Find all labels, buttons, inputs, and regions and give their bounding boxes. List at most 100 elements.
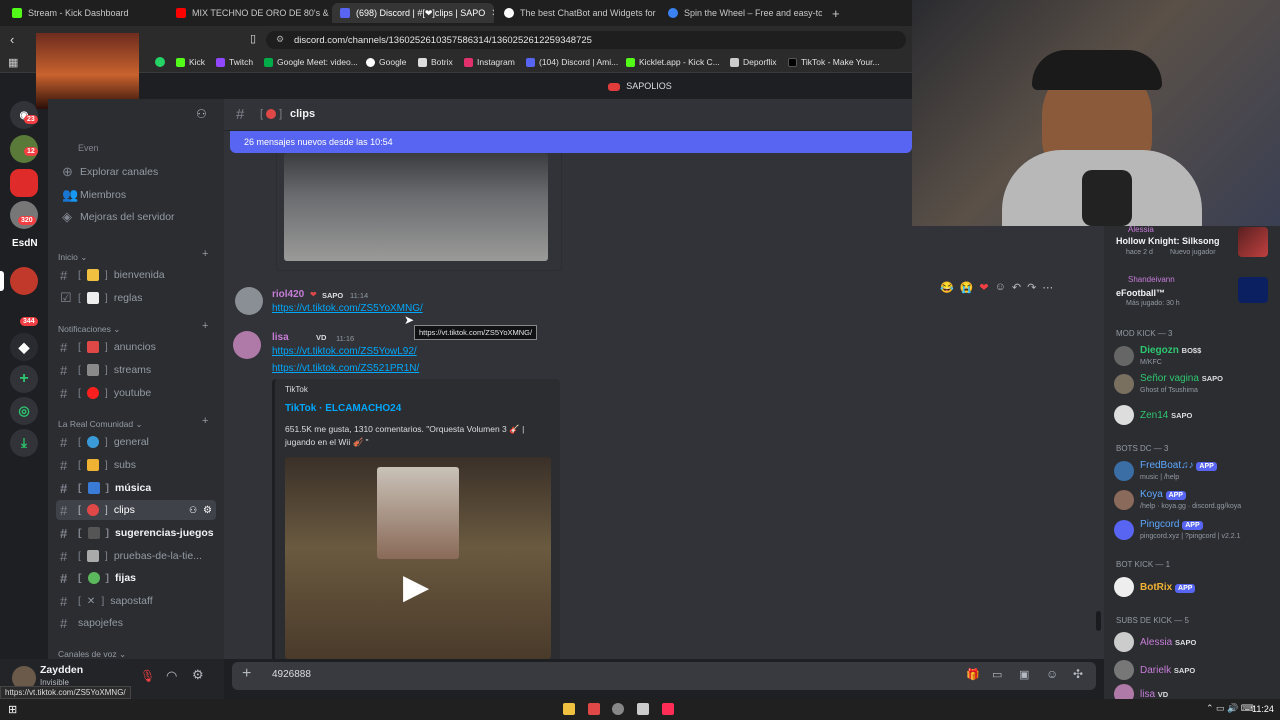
- bookmark-tiktok[interactable]: TikTok - Make Your...: [788, 57, 880, 67]
- embed-title[interactable]: TikTok · ELCAMACHO24: [285, 403, 401, 414]
- events-item[interactable]: Even: [78, 143, 99, 153]
- channel-reglas[interactable]: ☑[] reglas: [56, 288, 216, 308]
- activity-game[interactable]: eFootball™: [1116, 288, 1165, 298]
- channel-general[interactable]: #[] general: [56, 432, 216, 452]
- channel-pruebas[interactable]: #[] pruebas-de-la-tie...: [56, 546, 216, 566]
- message-input[interactable]: 4926888: [272, 669, 311, 680]
- avatar[interactable]: [235, 287, 263, 315]
- file-explorer-icon[interactable]: [563, 703, 575, 715]
- video-thumbnail[interactable]: ▶: [285, 457, 551, 659]
- channel-sugerencias-juegos[interactable]: #[] sugerencias-juegos: [56, 523, 216, 543]
- app-icon[interactable]: [637, 703, 649, 715]
- gif-icon[interactable]: ▭: [992, 668, 1002, 681]
- add-channel-icon[interactable]: +: [202, 248, 208, 260]
- channel-fijas[interactable]: #[] fijas: [56, 568, 216, 588]
- category-la-real-comunidad[interactable]: La Real Comunidad ⌄: [58, 419, 143, 430]
- new-tab-button[interactable]: +: [824, 3, 844, 23]
- mic-muted-icon[interactable]: 🎙: [140, 669, 155, 683]
- bookmark-deporflix[interactable]: Deporflix: [730, 57, 777, 67]
- add-channel-icon[interactable]: +: [202, 320, 208, 332]
- category-inicio[interactable]: Inicio ⌄: [58, 252, 87, 263]
- heart-reaction-icon[interactable]: ❤: [979, 281, 988, 294]
- message-link[interactable]: https://vt.tiktok.com/ZS521PR1N/: [272, 363, 419, 374]
- bookmark-icon[interactable]: ▯: [250, 32, 256, 45]
- sticker-icon[interactable]: ▣: [1019, 668, 1029, 681]
- headphones-icon[interactable]: ◠: [166, 668, 177, 684]
- tab-discord[interactable]: (698) Discord | #[❤]clips | SAPO ✕: [332, 3, 494, 23]
- gear-icon[interactable]: ⚙: [203, 505, 212, 516]
- channel-musica[interactable]: #[] música: [56, 478, 216, 498]
- add-reaction-icon[interactable]: ☺: [995, 281, 1006, 293]
- message-author[interactable]: riol420: [272, 289, 304, 300]
- bookmark-discord[interactable]: (104) Discord | Ami...: [526, 57, 618, 67]
- add-channel-icon[interactable]: +: [202, 415, 208, 427]
- channel-sapojefes[interactable]: # sapojefes: [56, 613, 216, 633]
- member-item[interactable]: Darielk SAPO: [1114, 660, 1195, 680]
- server-boosts[interactable]: ◈ Mejoras del servidor: [58, 207, 218, 227]
- bookmark-kicklet[interactable]: Kicklet.app - Kick C...: [626, 57, 720, 67]
- member-item[interactable]: Koya APP/help · koya.gg · discord.gg/koy…: [1114, 489, 1241, 511]
- new-messages-banner[interactable]: 26 mensajes nuevos desde las 10:54: [230, 131, 912, 153]
- reply-icon[interactable]: ↶: [1012, 281, 1021, 294]
- explore-icon[interactable]: ◎: [10, 397, 38, 425]
- obs-icon[interactable]: [612, 703, 624, 715]
- bookmark-google[interactable]: Google: [366, 57, 406, 67]
- channel-subs[interactable]: #[] subs: [56, 455, 216, 475]
- tab-youtube-mix[interactable]: MIX TECHNO DE ORO DE 80's & 90's: [168, 3, 330, 23]
- bookmark-google-meet[interactable]: Google Meet: video...: [264, 57, 358, 67]
- windows-start-icon[interactable]: ⊞: [8, 703, 17, 716]
- members-item[interactable]: 👥 Miembros: [58, 185, 218, 205]
- back-arrow-icon[interactable]: ‹: [10, 32, 14, 47]
- category-notificaciones[interactable]: Notificaciones ⌄: [58, 324, 120, 335]
- message-link[interactable]: https://vt.tiktok.com/ZS5YoXMNG/: [272, 303, 423, 314]
- bookmark-twitch[interactable]: Twitch: [216, 57, 253, 67]
- url-field[interactable]: ⚙ discord.com/channels/13602526103575863…: [266, 31, 906, 49]
- add-attachment-icon[interactable]: +: [242, 665, 251, 683]
- emoji-picker-icon[interactable]: ☺: [1046, 667, 1058, 681]
- member-item[interactable]: Diegozn BO$$ M/KFC: [1114, 345, 1201, 367]
- member-item[interactable]: Alessia SAPO: [1114, 632, 1196, 652]
- download-icon[interactable]: ⤓: [10, 429, 38, 457]
- activity-game[interactable]: Hollow Knight: Silksong: [1116, 236, 1220, 246]
- apps-icon[interactable]: ✣: [1073, 667, 1083, 681]
- invite-user-icon[interactable]: ⚇: [196, 107, 207, 121]
- member-item[interactable]: Zen14 SAPO: [1114, 405, 1192, 425]
- server-icon-red[interactable]: [10, 169, 38, 197]
- bookmark-botrix[interactable]: Botrix: [418, 57, 453, 67]
- member-item[interactable]: FredBoat♫♪ APP music | /help: [1114, 460, 1217, 482]
- channel-streams[interactable]: #[] streams: [56, 360, 216, 380]
- server-icon-sapolios[interactable]: [10, 267, 38, 295]
- whatsapp-icon[interactable]: [155, 57, 165, 67]
- channel-clips[interactable]: #[] clips ⚇ ⚙: [56, 500, 216, 520]
- bookmark-instagram[interactable]: Instagram: [464, 57, 515, 67]
- scrollbar-thumb[interactable]: [1096, 611, 1101, 631]
- explore-channels[interactable]: ⊕ Explorar canales: [58, 162, 218, 182]
- tab-spin-wheel[interactable]: Spin the Wheel – Free and easy-to-use: [660, 3, 822, 23]
- bookmark-kick[interactable]: Kick: [176, 57, 205, 67]
- diamond-icon[interactable]: ◆: [10, 333, 38, 361]
- site-settings-icon[interactable]: ⚙: [276, 34, 284, 45]
- gear-icon[interactable]: ⚙: [192, 667, 204, 683]
- message-author[interactable]: lisa: [272, 332, 289, 343]
- guild-folder-label[interactable]: EsdN: [12, 238, 38, 249]
- tab-kick-dashboard[interactable]: Stream - Kick Dashboard: [4, 3, 168, 23]
- member-item[interactable]: Señor vagina SAPO Ghost of Tsushima: [1114, 373, 1223, 395]
- play-icon[interactable]: ▶: [403, 567, 429, 607]
- gift-icon[interactable]: 🎁: [966, 668, 980, 681]
- member-item[interactable]: BotRix APP: [1114, 577, 1196, 597]
- more-options-icon[interactable]: ⋯: [1042, 281, 1053, 294]
- channel-anuncios[interactable]: #[] anuncios: [56, 337, 216, 357]
- close-tab-icon[interactable]: ✕: [491, 8, 494, 19]
- create-invite-icon[interactable]: ⚇: [189, 505, 197, 516]
- channel-sapostaff[interactable]: #[✕] sapostaff: [56, 591, 216, 611]
- channel-bienvenida[interactable]: #[] bienvenida: [56, 265, 216, 285]
- add-server-icon[interactable]: +: [10, 365, 38, 393]
- system-tray-icons[interactable]: ⌃ ▭ 🔊 ⌨: [1206, 703, 1254, 714]
- browser-icon[interactable]: [588, 703, 600, 715]
- avatar[interactable]: [233, 331, 261, 359]
- message-link[interactable]: https://vt.tiktok.com/ZS5YowL92/: [272, 346, 417, 357]
- member-item[interactable]: Pingcord APP pingcord.xyz | ?pingcord | v…: [1114, 519, 1241, 541]
- channel-youtube[interactable]: #[] youtube: [56, 383, 216, 403]
- laugh-reaction-icon[interactable]: 😂: [940, 281, 954, 294]
- apps-grid-icon[interactable]: ▦: [8, 56, 18, 69]
